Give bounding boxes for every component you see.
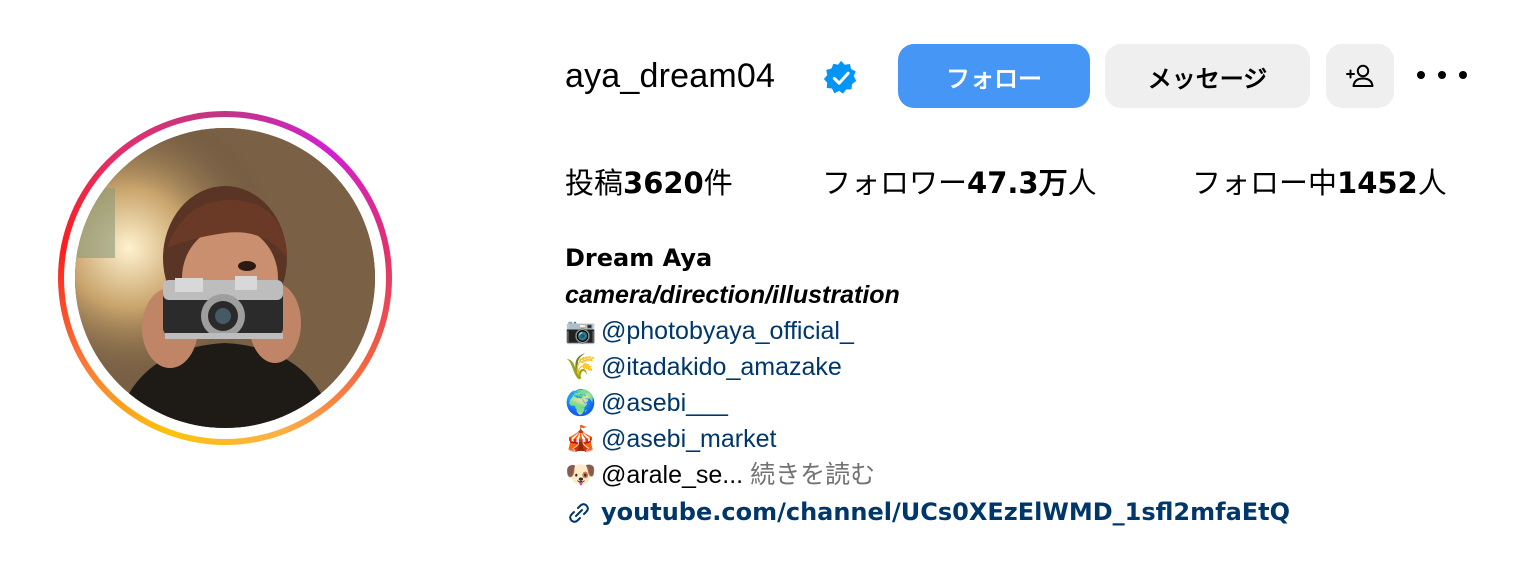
display-name: Dream Aya xyxy=(565,244,713,272)
avatar-photo-illustration xyxy=(75,128,375,428)
followers-link[interactable]: フォロワー47.3万人 xyxy=(822,164,1097,202)
bio-mention-line: 📷 @photobyaya_official_ xyxy=(565,315,854,347)
follow-button[interactable]: フォロー xyxy=(898,44,1090,108)
avatar[interactable] xyxy=(75,128,375,428)
more-dot xyxy=(1459,71,1467,79)
bio-tagline: camera/direction/illustration xyxy=(565,281,900,309)
following-link[interactable]: フォロー中1452人 xyxy=(1192,164,1447,202)
suggest-users-button[interactable] xyxy=(1326,44,1394,108)
website-link[interactable]: youtube.com/channel/UCs0XEzElWMD_1sfl2mf… xyxy=(601,498,1290,526)
rice-icon: 🌾 xyxy=(565,353,597,381)
camera-icon: 📷 xyxy=(565,317,597,345)
message-button[interactable]: メッセージ xyxy=(1105,44,1310,108)
followers-label: フォロワー xyxy=(822,166,968,200)
verified-badge-icon xyxy=(823,60,857,94)
following-unit: 人 xyxy=(1417,166,1447,200)
truncated-mention: @arale_se... xyxy=(601,461,744,489)
dog-icon: 🐶 xyxy=(565,461,597,489)
read-more-link[interactable]: 続きを読む xyxy=(750,460,875,489)
posts-value: 3620 xyxy=(623,166,704,200)
posts-count: 投稿3620件 xyxy=(565,164,733,202)
website-line: youtube.com/channel/UCs0XEzElWMD_1sfl2mf… xyxy=(565,496,1290,528)
posts-unit: 件 xyxy=(703,166,733,200)
mention-link[interactable]: @asebi_market xyxy=(601,425,776,453)
story-ring[interactable] xyxy=(58,111,392,445)
globe-icon: 🌍 xyxy=(565,389,597,417)
profile-header: aya_dream04 フォロー メッセージ 投稿3620件 フォロワー47.3… xyxy=(0,0,1522,588)
mention-link[interactable]: @photobyaya_official_ xyxy=(601,317,854,345)
mention-link[interactable]: @itadakido_amazake xyxy=(601,353,842,381)
mention-link[interactable]: @asebi___ xyxy=(601,389,728,417)
link-icon xyxy=(569,503,589,524)
more-dot xyxy=(1438,71,1446,79)
bio-mention-line: 🌾 @itadakido_amazake xyxy=(565,351,842,383)
bio-mention-line: 🐶 @arale_se... 続きを読む xyxy=(565,459,875,491)
followers-unit: 人 xyxy=(1067,166,1097,200)
following-label: フォロー中 xyxy=(1192,166,1338,200)
username: aya_dream04 xyxy=(565,57,776,95)
bio-mention-line: 🌍 @asebi___ xyxy=(565,387,728,419)
more-horizontal-icon xyxy=(1417,71,1425,79)
followers-value: 47.3万 xyxy=(967,166,1068,200)
bio-mention-line: 🎪 @asebi_market xyxy=(565,423,776,455)
more-options-button[interactable] xyxy=(1417,60,1467,90)
following-value: 1452 xyxy=(1337,166,1418,200)
circus-tent-icon: 🎪 xyxy=(565,425,597,453)
posts-label: 投稿 xyxy=(565,166,624,200)
person-add-icon xyxy=(1346,64,1374,87)
